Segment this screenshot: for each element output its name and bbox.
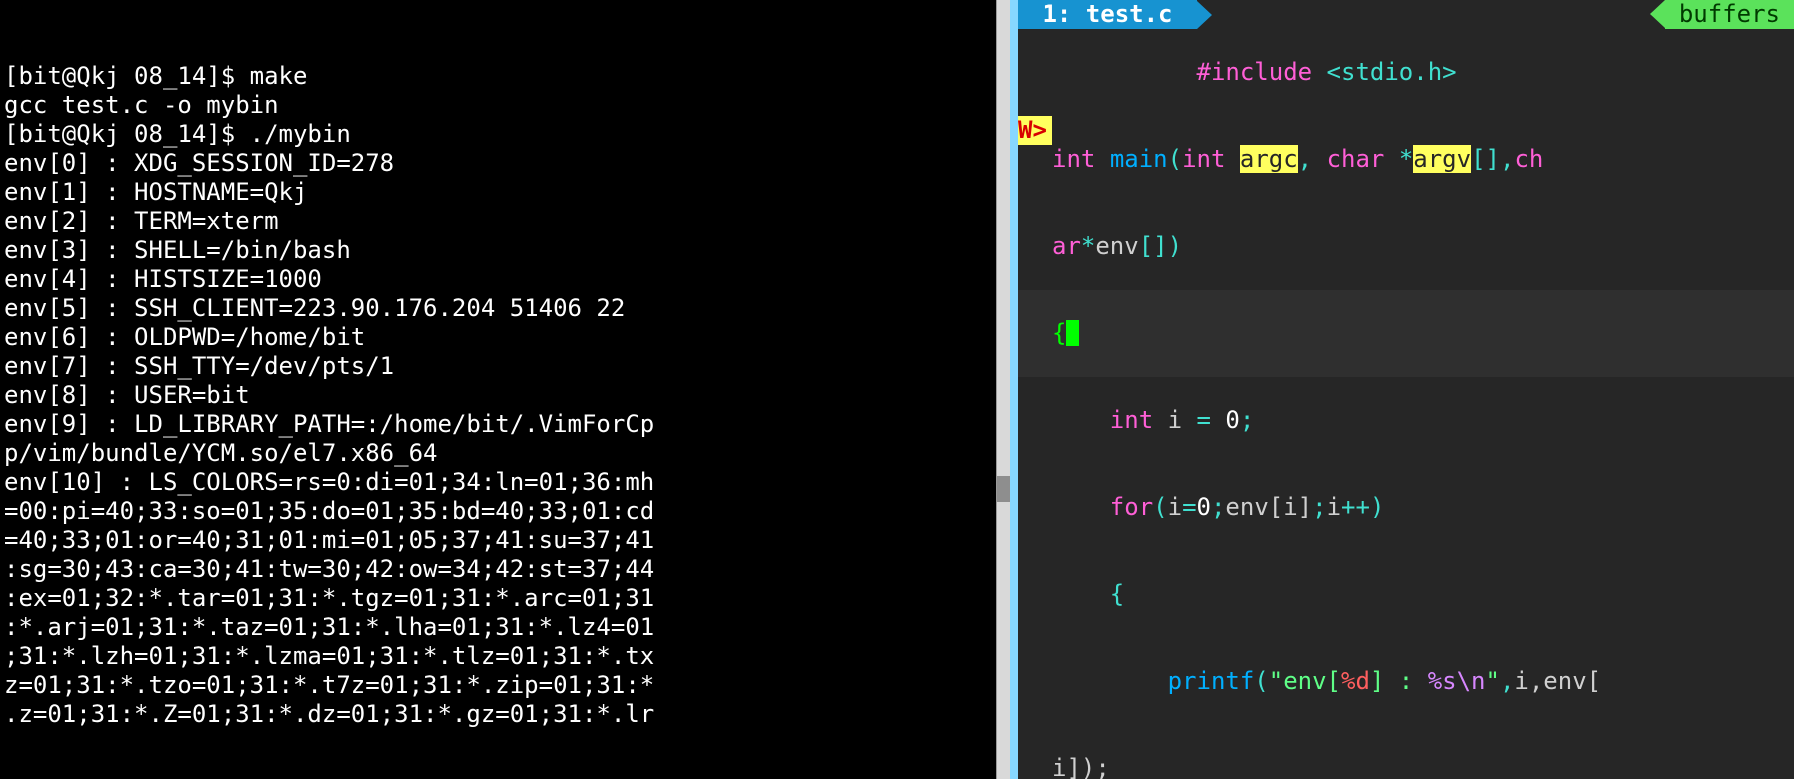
brace-open: { xyxy=(1052,319,1066,347)
buffers-button[interactable]: buffers xyxy=(1650,0,1794,29)
pane-separator[interactable] xyxy=(1010,0,1018,779)
terminal-line: ;31:*.lzh=01;31:*.lzma=01;31:*.tlz=01;31… xyxy=(4,642,1006,671)
code-line: ar*env[]) xyxy=(1018,203,1794,290)
terminal-line: gcc test.c -o mybin xyxy=(4,91,1006,120)
terminal-output: [bit@Qkj 08_14]$ makegcc test.c -o mybin… xyxy=(4,62,1006,729)
terminal-line: env[3] : SHELL=/bin/bash xyxy=(4,236,1006,265)
terminal-line: =40;33;01:or=40;31;01:mi=01;05;37;41:su=… xyxy=(4,526,1006,555)
code-line: i]); xyxy=(1018,725,1794,779)
text-cursor-icon xyxy=(1066,320,1079,346)
gutter-warning-icon: W> xyxy=(1018,116,1052,145)
editor-pane[interactable]: 1: test.c buffers #include <stdio.h> W> … xyxy=(1018,0,1794,779)
tab-arrow-icon xyxy=(1197,1,1212,29)
terminal-line: :*.arj=01;31:*.taz=01;31:*.lha=01;31:*.l… xyxy=(4,613,1006,642)
tab-label: 1: test.c xyxy=(1042,0,1172,29)
terminal-line: env[4] : HISTSIZE=1000 xyxy=(4,265,1006,294)
buffers-arrow-icon xyxy=(1650,0,1665,28)
terminal-scrollbar-thumb[interactable] xyxy=(997,476,1010,502)
terminal-line: .z=01;31:*.Z=01;31:*.dz=01;31:*.gz=01;31… xyxy=(4,700,1006,729)
code-line: int i = 0; xyxy=(1018,377,1794,464)
buffers-label: buffers xyxy=(1679,0,1780,29)
code-line-cursor: { xyxy=(1018,290,1794,377)
terminal-line: env[9] : LD_LIBRARY_PATH=:/home/bit/.Vim… xyxy=(4,410,1006,439)
terminal-line: env[5] : SSH_CLIENT=223.90.176.204 51406… xyxy=(4,294,1006,323)
tab-test-c[interactable]: 1: test.c xyxy=(1018,0,1212,29)
terminal-line: env[8] : USER=bit xyxy=(4,381,1006,410)
terminal-line: env[7] : SSH_TTY=/dev/pts/1 xyxy=(4,352,1006,381)
terminal-scrollbar[interactable] xyxy=(996,0,1010,779)
editor-tabbar: 1: test.c buffers xyxy=(1018,0,1794,29)
code-line: #include <stdio.h> xyxy=(1018,29,1794,116)
code-area[interactable]: #include <stdio.h> W> int main(int argc,… xyxy=(1018,29,1794,779)
code-line: { xyxy=(1018,551,1794,638)
terminal-line: env[6] : OLDPWD=/home/bit xyxy=(4,323,1006,352)
terminal-line: :ex=01;32:*.tar=01;31:*.tgz=01;31:*.arc=… xyxy=(4,584,1006,613)
code-line: for(i=0;env[i];i++) xyxy=(1018,464,1794,551)
terminal-line: :sg=30;43:ca=30;41:tw=30;42:ow=34;42:st=… xyxy=(4,555,1006,584)
terminal-line: env[2] : TERM=xterm xyxy=(4,207,1006,236)
terminal-line: [bit@Qkj 08_14]$ ./mybin xyxy=(4,120,1006,149)
terminal-line: =00:pi=40;33:so=01;35:do=01;35:bd=40;33;… xyxy=(4,497,1006,526)
terminal-line: [bit@Qkj 08_14]$ make xyxy=(4,62,1006,91)
code-line: W> int main(int argc, char *argv[],ch xyxy=(1018,116,1794,203)
terminal-line: env[1] : HOSTNAME=Qkj xyxy=(4,178,1006,207)
terminal-line: z=01;31:*.tzo=01;31:*.t7z=01;31:*.zip=01… xyxy=(4,671,1006,700)
terminal-line: env[10] : LS_COLORS=rs=0:di=01;34:ln=01;… xyxy=(4,468,1006,497)
terminal-line: env[0] : XDG_SESSION_ID=278 xyxy=(4,149,1006,178)
terminal-line: p/vim/bundle/YCM.so/el7.x86_64 xyxy=(4,439,1006,468)
terminal-pane[interactable]: [bit@Qkj 08_14]$ makegcc test.c -o mybin… xyxy=(0,0,1010,779)
code-line: printf("env[%d] : %s\n",i,env[ xyxy=(1018,638,1794,725)
